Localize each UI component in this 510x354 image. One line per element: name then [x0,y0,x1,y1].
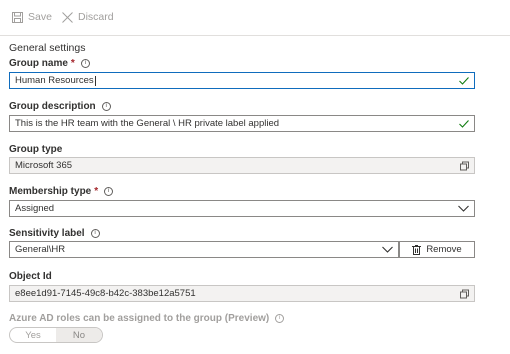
chevron-down-icon [382,246,393,253]
membership-type-label: Membership type * i [9,186,114,197]
remove-label: Remove [426,244,462,255]
membership-type-label-text: Membership type [9,186,92,197]
group-name-label: Group name * i [9,58,90,69]
group-type-field: Microsoft 365 [9,157,475,174]
group-type-label: Group type [9,144,62,155]
required-marker: * [70,58,75,69]
azure-ad-roles-toggle[interactable]: Yes No [9,327,103,343]
membership-type-dropdown[interactable]: Assigned [9,200,475,217]
group-name-value: Human Resources [15,75,94,86]
group-description-label: Group description i [9,101,111,112]
save-label: Save [28,11,52,23]
toggle-option-no[interactable]: No [56,328,102,342]
floppy-disk-icon [12,11,28,23]
info-icon: i [275,314,285,323]
membership-type-selected: Assigned [15,203,55,214]
azure-ad-roles-label: Azure AD roles can be assigned to the gr… [9,313,285,324]
object-id-field: e8ee1d91-7145-49c8-b42c-383be12a5751 [9,285,475,302]
close-x-icon [62,11,78,23]
section-title: General settings [9,42,86,54]
group-name-input[interactable]: Human Resources [9,72,475,89]
trash-icon [412,244,426,255]
info-icon[interactable]: i [104,187,114,196]
object-id-label: Object Id [9,271,52,282]
sensitivity-label-selected: General\HR [15,244,66,255]
discard-label: Discard [78,11,114,23]
group-description-input[interactable]: This is the HR team with the General \ H… [9,115,475,132]
group-name-label-text: Group name [9,58,68,69]
copy-icon[interactable] [460,289,469,298]
sensitivity-label-dropdown[interactable]: General\HR [9,241,399,258]
info-icon[interactable]: i [80,59,90,68]
group-description-label-text: Group description [9,101,96,112]
sensitivity-label-label-text: Sensitivity label [9,228,85,239]
object-id-label-text: Object Id [9,271,52,282]
group-description-value: This is the HR team with the General \ H… [15,118,280,129]
sensitivity-label-label: Sensitivity label i [9,228,100,239]
info-icon[interactable]: i [90,229,100,238]
azure-ad-roles-label-text: Azure AD roles can be assigned to the gr… [9,313,270,324]
save-button[interactable]: Save [12,11,52,23]
remove-label-button[interactable]: Remove [399,241,475,258]
copy-icon[interactable] [460,161,469,170]
checkmark-icon [459,76,469,85]
discard-button[interactable]: Discard [62,11,114,23]
group-type-label-text: Group type [9,144,63,155]
info-icon[interactable]: i [101,102,111,111]
command-bar: Save Discard [0,0,510,36]
text-cursor [94,75,96,86]
checkmark-icon [459,119,469,128]
chevron-down-icon [458,205,469,212]
toggle-option-yes[interactable]: Yes [10,328,56,342]
required-marker: * [94,186,99,197]
group-type-value: Microsoft 365 [15,160,73,171]
object-id-value: e8ee1d91-7145-49c8-b42c-383be12a5751 [15,288,196,299]
